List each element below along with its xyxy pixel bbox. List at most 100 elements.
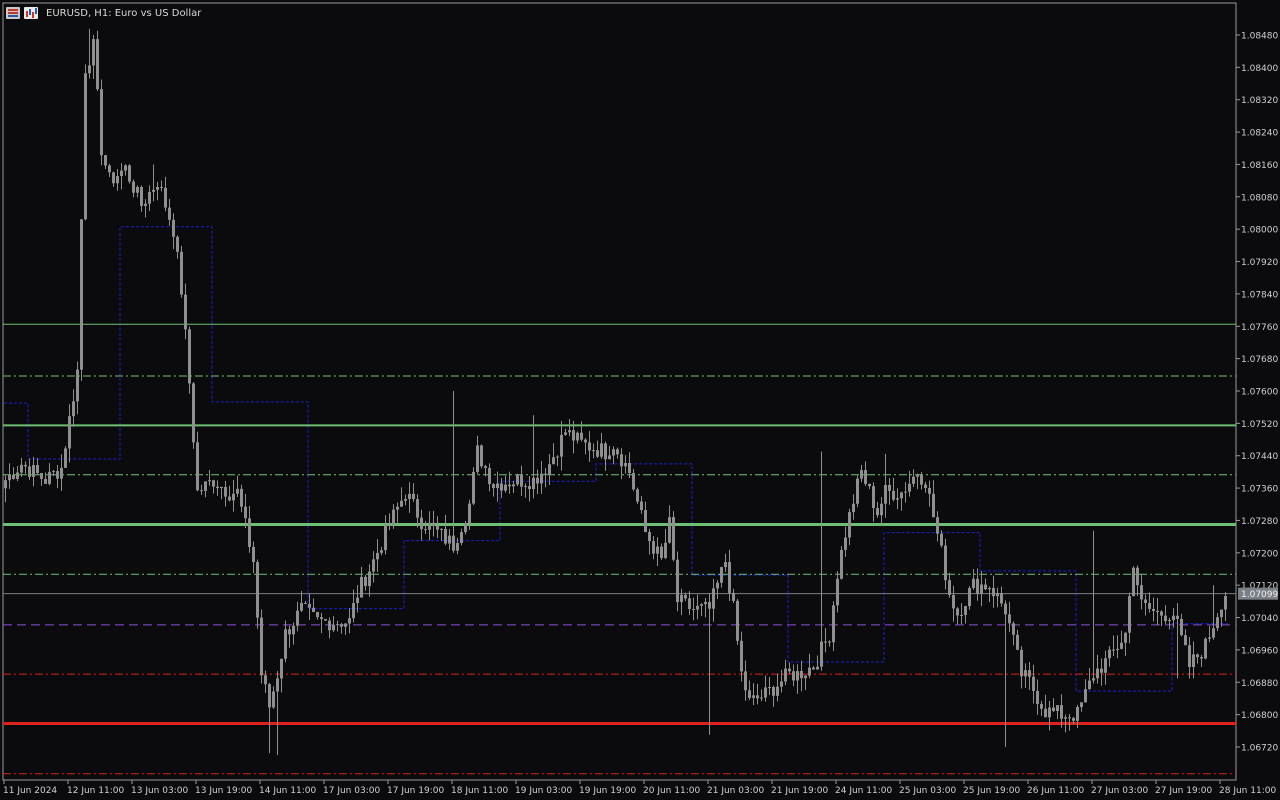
x-tick-label: 17 Jun 03:00 bbox=[323, 786, 380, 796]
candle-body bbox=[752, 695, 755, 698]
candle-body bbox=[872, 486, 875, 509]
candle-body bbox=[728, 561, 731, 593]
candle-body bbox=[224, 486, 227, 497]
x-tick-label: 11 Jun 2024 bbox=[3, 786, 57, 796]
candle-body bbox=[384, 524, 387, 551]
x-tick-label: 19 Jun 03:00 bbox=[515, 786, 572, 796]
candle-body bbox=[900, 492, 903, 499]
candle-body bbox=[896, 498, 899, 500]
candle-body bbox=[68, 416, 71, 449]
candle-body bbox=[648, 532, 651, 542]
list-icon[interactable] bbox=[6, 7, 20, 19]
candle-body bbox=[308, 603, 311, 608]
y-tick-label: 1.06720 bbox=[1241, 744, 1278, 754]
candle-body bbox=[988, 588, 991, 590]
candle-body bbox=[712, 588, 715, 609]
candle-body bbox=[1048, 707, 1051, 718]
y-tick-label: 1.07520 bbox=[1241, 420, 1278, 430]
candle-body bbox=[328, 620, 331, 631]
candle-body bbox=[1224, 595, 1227, 610]
candle-body bbox=[92, 39, 95, 66]
candle-body bbox=[500, 483, 503, 491]
candle-body bbox=[1108, 649, 1111, 659]
candle-body bbox=[756, 695, 759, 699]
candle-body bbox=[1136, 567, 1139, 586]
candle-body bbox=[1164, 615, 1167, 622]
candle-body bbox=[1196, 654, 1199, 658]
candle-body bbox=[436, 525, 439, 530]
candle-body bbox=[876, 508, 879, 516]
candle-body bbox=[288, 629, 291, 635]
candle-body bbox=[248, 518, 251, 547]
y-tick-label: 1.07600 bbox=[1241, 388, 1278, 398]
candle-body bbox=[320, 617, 323, 620]
candle-body bbox=[672, 517, 675, 560]
candle-body bbox=[940, 533, 943, 546]
candle-body bbox=[100, 89, 103, 156]
current-price-label: 1.07099 bbox=[1241, 590, 1278, 600]
candle-body bbox=[560, 434, 563, 457]
candle-body bbox=[96, 39, 99, 90]
candle-body bbox=[624, 463, 627, 467]
candle-body bbox=[552, 457, 555, 465]
candle-body bbox=[656, 546, 659, 554]
candle-body bbox=[688, 598, 691, 609]
candle-body bbox=[1052, 707, 1055, 712]
candle-body bbox=[732, 592, 735, 601]
candle-body bbox=[1212, 628, 1215, 638]
candle-body bbox=[540, 473, 543, 484]
candle-body bbox=[208, 480, 211, 482]
y-tick-label: 1.07200 bbox=[1241, 549, 1278, 559]
candle-body bbox=[544, 473, 547, 475]
candle-body bbox=[664, 542, 667, 558]
candle-body bbox=[304, 602, 307, 604]
candle-body bbox=[820, 641, 823, 667]
candle-body bbox=[212, 480, 215, 487]
candle-body bbox=[448, 535, 451, 544]
candle-body bbox=[420, 517, 423, 530]
candle-body bbox=[460, 532, 463, 544]
candle-body bbox=[956, 608, 959, 616]
candle-body bbox=[1088, 680, 1091, 690]
candle-body bbox=[256, 562, 259, 618]
candle-body bbox=[8, 474, 11, 481]
candle-body bbox=[620, 454, 623, 467]
candle-body bbox=[992, 588, 995, 597]
candle-body bbox=[1092, 678, 1095, 681]
candle-body bbox=[996, 593, 999, 597]
candle-body bbox=[1044, 708, 1047, 718]
candle-body bbox=[628, 463, 631, 474]
candle-body bbox=[480, 445, 483, 467]
candle-body bbox=[724, 561, 727, 568]
candle-body bbox=[464, 523, 467, 533]
candle-body bbox=[484, 466, 487, 468]
candle-body bbox=[928, 487, 931, 494]
candle-body bbox=[1060, 705, 1063, 719]
y-tick-label: 1.07840 bbox=[1241, 290, 1278, 300]
candle-body bbox=[740, 640, 743, 672]
candle-body bbox=[340, 624, 343, 627]
chart-title-bar: EURUSD, H1: Euro vs US Dollar bbox=[6, 5, 201, 21]
candle-body bbox=[236, 488, 239, 494]
price-chart[interactable]: 1.08480 1.08400 1.08320 1.08240 1.08160 1.080… bbox=[0, 0, 1280, 800]
candle-body bbox=[432, 522, 435, 526]
candle-body bbox=[52, 471, 55, 473]
y-tick-label: 1.07920 bbox=[1241, 258, 1278, 268]
candle-body bbox=[396, 506, 399, 510]
candle-body bbox=[1100, 668, 1103, 673]
candle-body bbox=[232, 493, 235, 501]
candle-body bbox=[1004, 603, 1007, 615]
candle-body bbox=[708, 601, 711, 609]
candle-body bbox=[184, 294, 187, 330]
chart-icon[interactable] bbox=[24, 7, 38, 19]
candle-body bbox=[252, 546, 255, 563]
y-tick-label: 1.08400 bbox=[1241, 64, 1278, 74]
candle-body bbox=[280, 658, 283, 679]
candle-body bbox=[136, 186, 139, 193]
candle-body bbox=[776, 686, 779, 696]
candle-body bbox=[360, 576, 363, 598]
candle-body bbox=[572, 430, 575, 441]
candle-body bbox=[412, 493, 415, 500]
y-tick-label: 1.08240 bbox=[1241, 129, 1278, 139]
candle-body bbox=[556, 456, 559, 458]
